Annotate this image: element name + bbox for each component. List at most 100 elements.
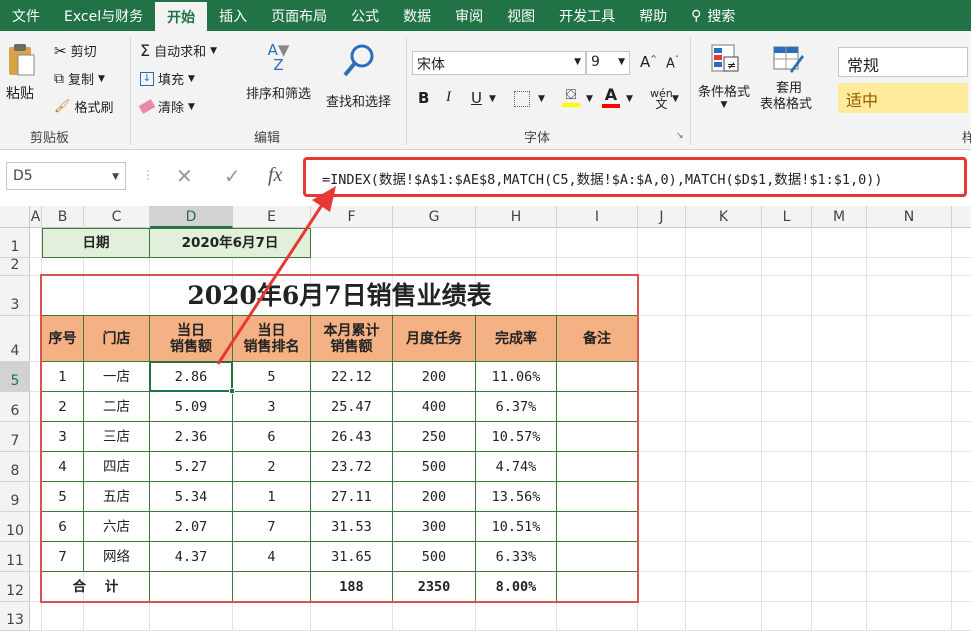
row-header-13[interactable]: 13 — [0, 602, 30, 631]
row-header-11[interactable]: 11 — [0, 542, 30, 572]
bold-button[interactable]: B — [418, 89, 429, 107]
table-title[interactable]: 2020年6月7日销售业绩表 — [42, 276, 638, 316]
worksheet-grid[interactable]: 日期 2020年6月7日 2020年6月7日销售业绩表 序号 门店 当日 销售额 当日 销售… — [30, 228, 971, 631]
tab-0[interactable]: 文件 — [0, 0, 52, 31]
table-cell[interactable]: 2.86 — [150, 362, 233, 392]
row-header-9[interactable]: 9 — [0, 482, 30, 512]
decrease-font-button[interactable]: Aˇ — [666, 55, 679, 71]
column-header-K[interactable]: K — [686, 206, 762, 228]
table-cell[interactable]: 11.06% — [476, 362, 557, 392]
table-cell[interactable] — [557, 392, 638, 422]
column-header-cell[interactable]: 完成率 — [476, 316, 557, 362]
row-header-8[interactable]: 8 — [0, 452, 30, 482]
tab-3[interactable]: 插入 — [207, 0, 259, 31]
column-header-H[interactable]: H — [476, 206, 557, 228]
style-neutral[interactable]: 适中 — [838, 83, 968, 113]
table-cell[interactable]: 五店 — [84, 482, 150, 512]
table-cell[interactable]: 1 — [42, 362, 84, 392]
table-cell[interactable] — [557, 482, 638, 512]
table-cell[interactable]: 250 — [393, 422, 476, 452]
tab-10[interactable]: 帮助 — [627, 0, 679, 31]
search-tab[interactable]: ⚲ 搜索 — [679, 0, 747, 31]
table-cell[interactable]: 六店 — [84, 512, 150, 542]
table-cell[interactable] — [557, 362, 638, 392]
style-normal[interactable]: 常规 — [838, 47, 968, 77]
column-header-cell[interactable]: 当日 销售排名 — [233, 316, 311, 362]
table-cell[interactable]: 2 — [233, 452, 311, 482]
row-header-12[interactable]: 12 — [0, 572, 30, 602]
table-cell[interactable]: 2 — [42, 392, 84, 422]
column-header-M[interactable]: M — [812, 206, 867, 228]
table-cell[interactable]: 500 — [393, 452, 476, 482]
column-header-cell[interactable]: 备注 — [557, 316, 638, 362]
format-painter-button[interactable]: 🖌 格式刷 — [54, 97, 114, 116]
font-name-select[interactable]: 宋体 ▼ — [412, 51, 586, 75]
table-cell[interactable]: 26.43 — [311, 422, 393, 452]
table-cell[interactable]: 5 — [233, 362, 311, 392]
name-box[interactable]: D5 ▼ — [6, 162, 126, 190]
italic-button[interactable]: I — [446, 89, 451, 106]
fill-button[interactable]: ↓ 填充 ▼ — [140, 69, 195, 88]
table-cell[interactable]: 4 — [42, 452, 84, 482]
table-cell[interactable] — [557, 512, 638, 542]
table-cell[interactable]: 5.27 — [150, 452, 233, 482]
row-header-10[interactable]: 10 — [0, 512, 30, 542]
underline-button[interactable]: U — [471, 89, 482, 107]
row-header-7[interactable]: 7 — [0, 422, 30, 452]
row-header-2[interactable]: 2 — [0, 257, 30, 276]
table-cell[interactable]: 3 — [233, 392, 311, 422]
cancel-icon[interactable]: ✕ — [176, 164, 193, 188]
table-cell[interactable]: 10.57% — [476, 422, 557, 452]
chevron-down-icon[interactable]: ▼ — [672, 94, 679, 104]
tab-9[interactable]: 开发工具 — [547, 0, 627, 31]
copy-button[interactable]: ⧉ 复制 ▼ — [54, 69, 105, 89]
column-header-D[interactable]: D — [150, 206, 233, 228]
table-cell[interactable]: 4 — [233, 542, 311, 572]
column-header-N[interactable]: N — [867, 206, 952, 228]
formula-input[interactable]: =INDEX(数据!$A$1:$AE$8,MATCH(C5,数据!$A:$A,0… — [303, 157, 967, 197]
table-cell[interactable]: 三店 — [84, 422, 150, 452]
column-header-B[interactable]: B — [42, 206, 84, 228]
enter-icon[interactable]: ✓ — [224, 164, 241, 188]
table-cell[interactable]: 200 — [393, 482, 476, 512]
tab-6[interactable]: 数据 — [391, 0, 443, 31]
table-cell[interactable]: 2.36 — [150, 422, 233, 452]
table-cell[interactable] — [557, 452, 638, 482]
date-label-cell[interactable]: 日期 — [42, 228, 150, 258]
table-cell[interactable]: 网络 — [84, 542, 150, 572]
table-cell[interactable]: 22.12 — [311, 362, 393, 392]
table-cell[interactable]: 27.11 — [311, 482, 393, 512]
total-cell[interactable]: 8.00% — [476, 572, 557, 602]
row-header-4[interactable]: 4 — [0, 316, 30, 362]
font-size-select[interactable]: 9 ▼ — [586, 51, 630, 75]
find-select-button[interactable]: 查找和选择 — [326, 43, 391, 110]
table-cell[interactable] — [557, 422, 638, 452]
tab-4[interactable]: 页面布局 — [259, 0, 339, 31]
underline-dropdown-icon[interactable]: ▼ — [489, 94, 496, 104]
table-cell[interactable]: 2.07 — [150, 512, 233, 542]
fill-color-button[interactable]: ⛋ — [562, 87, 580, 107]
table-cell[interactable] — [557, 542, 638, 572]
table-cell[interactable]: 23.72 — [311, 452, 393, 482]
font-color-button[interactable]: A — [602, 85, 620, 108]
table-cell[interactable]: 一店 — [84, 362, 150, 392]
column-header-cell[interactable]: 当日 销售额 — [150, 316, 233, 362]
table-cell[interactable]: 4.37 — [150, 542, 233, 572]
column-header-C[interactable]: C — [84, 206, 150, 228]
phonetic-button[interactable]: wén 文 — [650, 88, 673, 110]
row-header-6[interactable]: 6 — [0, 392, 30, 422]
table-cell[interactable]: 10.51% — [476, 512, 557, 542]
total-cell[interactable]: 2350 — [393, 572, 476, 602]
column-header-cell[interactable]: 门店 — [84, 316, 150, 362]
table-cell[interactable]: 5 — [42, 482, 84, 512]
table-cell[interactable]: 二店 — [84, 392, 150, 422]
tab-7[interactable]: 审阅 — [443, 0, 495, 31]
column-header-E[interactable]: E — [233, 206, 311, 228]
tab-5[interactable]: 公式 — [339, 0, 391, 31]
table-cell[interactable]: 13.56% — [476, 482, 557, 512]
chevron-down-icon[interactable]: ▼ — [538, 94, 545, 104]
total-cell[interactable] — [233, 572, 311, 602]
tab-2[interactable]: 开始 — [155, 0, 208, 31]
column-header-J[interactable]: J — [638, 206, 686, 228]
row-header-3[interactable]: 3 — [0, 276, 30, 316]
